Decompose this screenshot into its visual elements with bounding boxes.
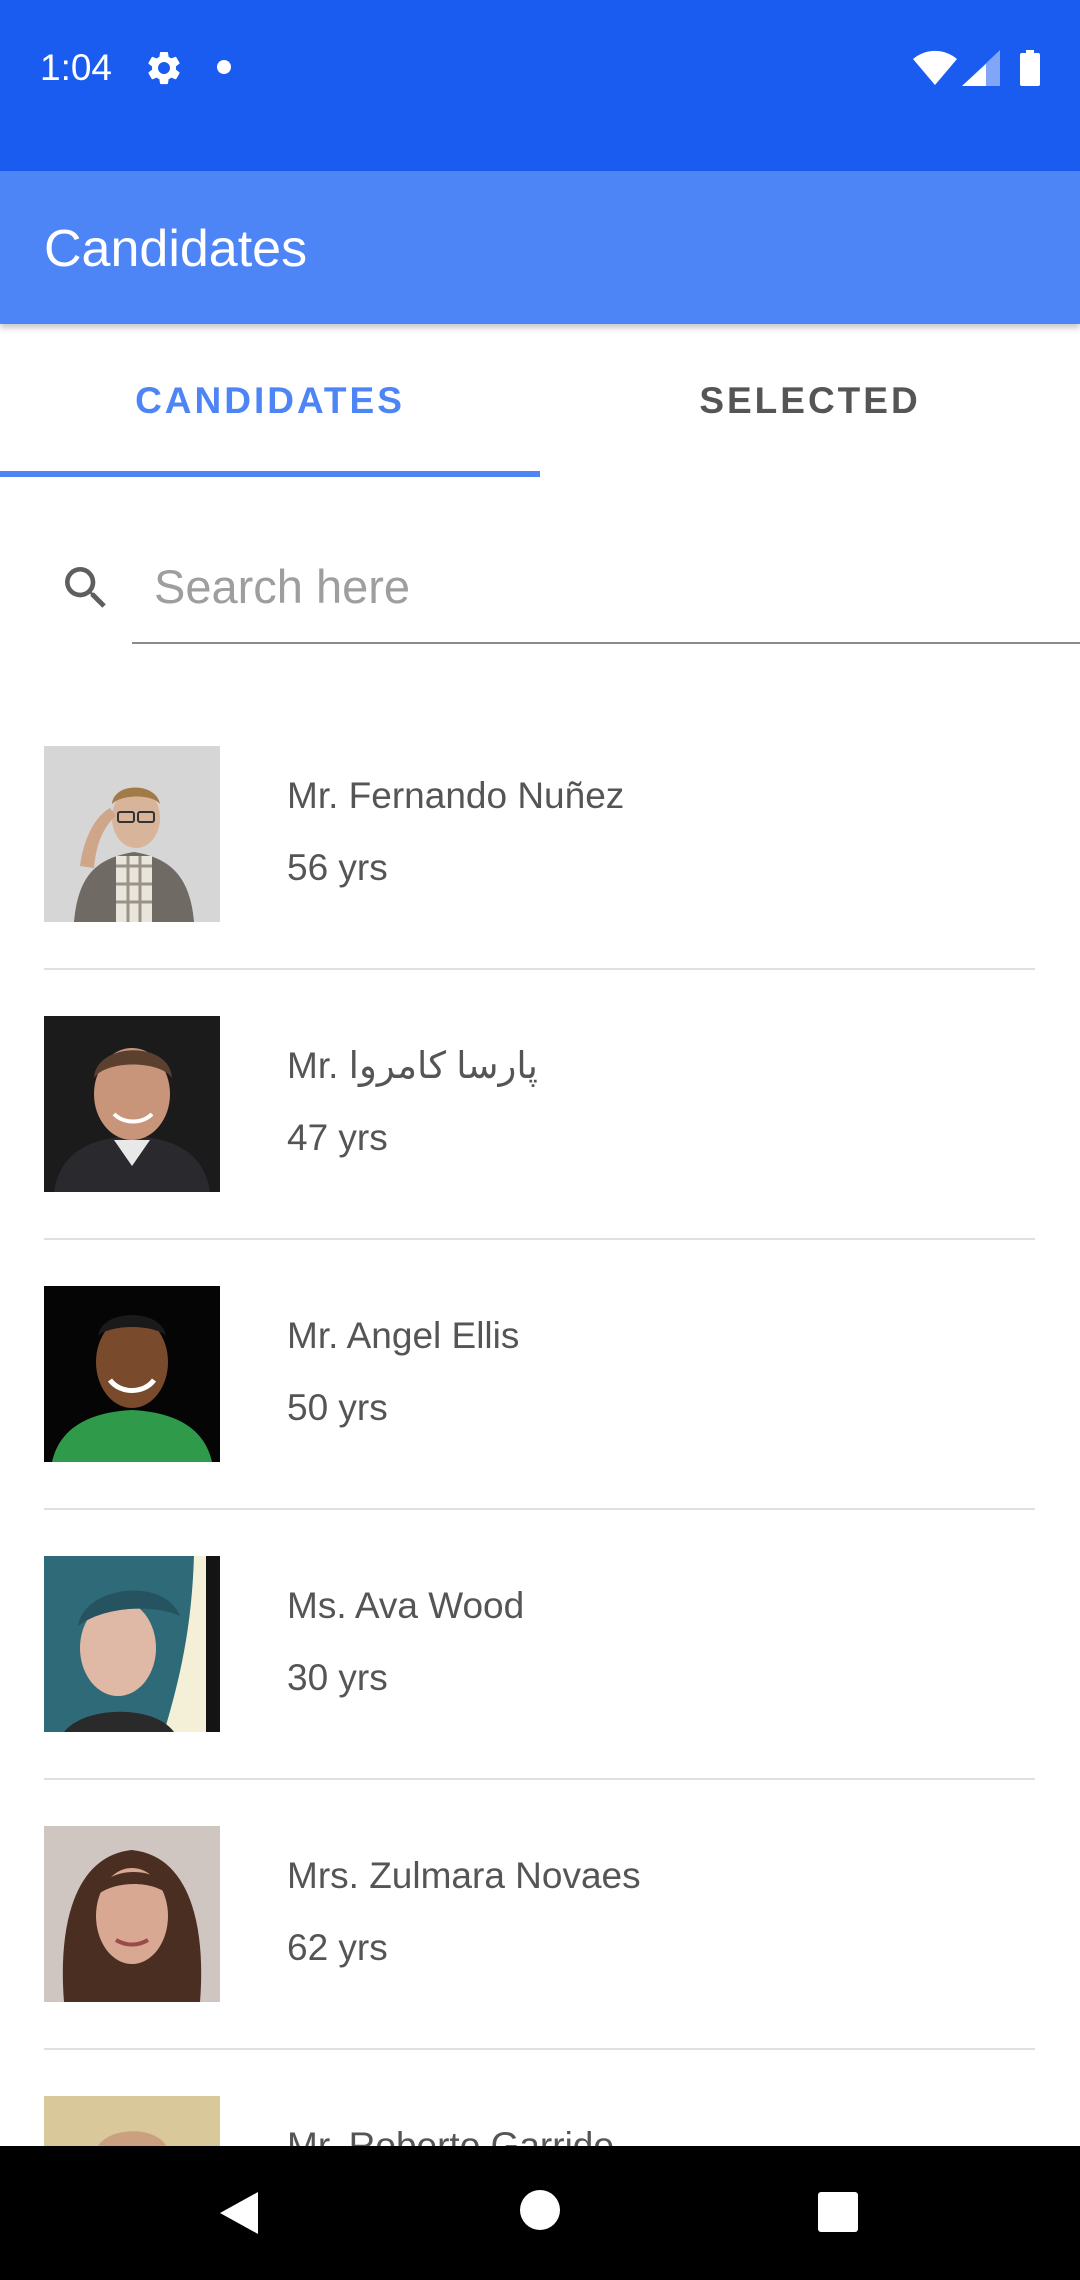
navigation-bar [0,2146,1080,2280]
avatar [44,1826,220,2002]
candidate-age: 50 yrs [287,1387,388,1428]
tab-bar: CANDIDATES SELECTED [0,324,1080,477]
list-item[interactable]: Mrs. Zulmara Novaes 62 yrs [0,1780,1080,2050]
status-time: 1:04 [40,47,113,88]
gear-icon [148,51,180,85]
list-item[interactable]: Ms. Ava Wood 30 yrs [0,1510,1080,1780]
list-item[interactable]: Mr. Fernando Nuñez 56 yrs [0,700,1080,970]
candidate-name: Mr. پارسا کامروا [287,1045,538,1086]
avatar [44,1016,220,1192]
candidate-age: 30 yrs [287,1657,388,1698]
list-item[interactable]: Mr. Angel Ellis 50 yrs [0,1240,1080,1510]
search-input[interactable] [132,550,1080,644]
signal-icon [962,50,1000,86]
avatar [44,2096,220,2146]
recents-icon[interactable] [816,2190,860,2234]
list-item[interactable]: Mr. پارسا کامروا 47 yrs [0,970,1080,1240]
tab-indicator [0,471,540,477]
avatar [44,1556,220,1732]
candidate-age: 47 yrs [287,1117,388,1158]
app-bar: Candidates [0,171,1080,324]
back-icon[interactable] [216,2188,266,2238]
page-title: Candidates [44,220,308,278]
search-icon [65,567,106,608]
candidate-name: Mr. Roberto Garrido [287,2125,614,2146]
tab-selected[interactable]: SELECTED [540,324,1080,477]
candidate-list[interactable]: Mr. Fernando Nuñez 56 yrs Mr. پارسا کامر… [0,700,1080,2146]
battery-icon [1020,50,1040,86]
notification-dot-icon [217,60,231,74]
list-item[interactable]: Mr. Roberto Garrido [0,2050,1080,2146]
candidate-age: 56 yrs [287,847,388,888]
candidate-name: Mr. Angel Ellis [287,1315,520,1356]
candidate-age: 62 yrs [287,1927,388,1968]
avatar [44,746,220,922]
status-bar: 1:04 [0,0,1080,171]
wifi-icon [913,50,957,85]
candidate-name: Ms. Ava Wood [287,1585,525,1626]
tab-candidates[interactable]: CANDIDATES [0,324,540,477]
candidate-name: Mr. Fernando Nuñez [287,775,625,816]
search-bar [0,520,1080,660]
candidate-name: Mrs. Zulmara Novaes [287,1855,641,1896]
avatar [44,1286,220,1462]
home-icon[interactable] [518,2188,562,2232]
